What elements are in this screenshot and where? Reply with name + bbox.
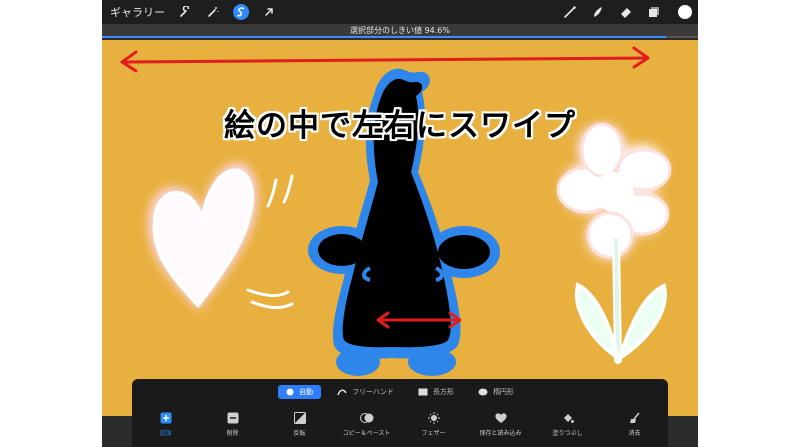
gallery-button[interactable]: ギャラリー bbox=[110, 4, 165, 20]
threshold-label: 選択部分のしきい値 94.6% bbox=[350, 26, 450, 35]
ellipse-icon bbox=[478, 388, 488, 396]
selection-actions: 追加 削除 反転 コピー＆ペースト フェザー 保存と読み込み 塗りつぶし 消去 bbox=[132, 412, 668, 437]
remove-label: 削除 bbox=[226, 430, 239, 437]
selection-threshold-bar[interactable]: 選択部分のしきい値 94.6% bbox=[102, 24, 698, 38]
top-toolbar: ギャラリー bbox=[102, 0, 698, 24]
mode-label: 自動 bbox=[299, 388, 314, 396]
fill-icon bbox=[562, 412, 574, 424]
selection-panel: 自動 フリーハンド 長方形 楕円形 追加 削除 反転 コピー＆ペースト フェザー… bbox=[132, 379, 668, 447]
selection-icon[interactable] bbox=[233, 4, 249, 20]
invert-button[interactable]: 反転 bbox=[270, 412, 330, 437]
copy-paste-button[interactable]: コピー＆ペースト bbox=[337, 412, 397, 437]
magic-wand-icon[interactable] bbox=[205, 4, 221, 20]
right-toolbar bbox=[556, 0, 692, 24]
remove-icon bbox=[227, 412, 239, 424]
copy-paste-label: コピー＆ペースト bbox=[342, 430, 391, 437]
fill-label: 塗りつぶし bbox=[552, 430, 583, 437]
threshold-track bbox=[102, 36, 698, 38]
heart-icon bbox=[494, 412, 507, 424]
selection-mode-bar: 自動 フリーハンド 長方形 楕円形 bbox=[132, 385, 668, 399]
clear-button[interactable]: 消去 bbox=[605, 412, 665, 437]
freehand-icon bbox=[337, 388, 347, 396]
feather-icon bbox=[427, 412, 440, 424]
procreate-app: ギャラリー 選択部分のしきい値 94.6% 絵の中で左右にスワイプ 自動 フリー… bbox=[102, 0, 698, 447]
mode-freehand[interactable]: フリーハンド bbox=[329, 385, 402, 399]
heart-drawing bbox=[148, 163, 294, 310]
mode-automatic[interactable]: 自動 bbox=[278, 385, 322, 399]
add-button[interactable]: 追加 bbox=[136, 412, 196, 437]
rectangle-icon bbox=[418, 388, 428, 396]
drawing-canvas[interactable]: 絵の中で左右にスワイプ bbox=[102, 40, 698, 416]
remove-button[interactable]: 削除 bbox=[203, 412, 263, 437]
threshold-fill bbox=[102, 36, 666, 38]
fill-button[interactable]: 塗りつぶし bbox=[538, 412, 598, 437]
mode-ellipse[interactable]: 楕円形 bbox=[470, 385, 522, 399]
clear-label: 消去 bbox=[628, 430, 641, 437]
add-icon bbox=[160, 412, 172, 424]
smudge-icon[interactable] bbox=[590, 4, 606, 20]
swipe-arrow-top bbox=[120, 46, 650, 73]
layers-icon[interactable] bbox=[646, 4, 662, 20]
invert-icon bbox=[293, 412, 306, 424]
mode-label: 楕円形 bbox=[492, 388, 514, 396]
copy-paste-icon bbox=[359, 412, 374, 424]
flower-drawing bbox=[556, 122, 672, 364]
instruction-caption: 絵の中で左右にスワイプ bbox=[224, 108, 576, 144]
invert-label: 反転 bbox=[293, 430, 306, 437]
dot-icon bbox=[286, 388, 294, 396]
mode-label: フリーハンド bbox=[352, 388, 394, 396]
brush-icon[interactable] bbox=[562, 4, 578, 20]
mode-rectangle[interactable]: 長方形 bbox=[410, 385, 462, 399]
eraser-icon[interactable] bbox=[618, 4, 634, 20]
feather-button[interactable]: フェザー bbox=[404, 412, 464, 437]
save-load-button[interactable]: 保存と読み込み bbox=[471, 412, 531, 437]
wrench-icon[interactable] bbox=[177, 4, 193, 20]
feather-label: フェザー bbox=[421, 430, 446, 437]
current-color-swatch[interactable] bbox=[678, 5, 692, 19]
canvas-artwork bbox=[120, 46, 672, 376]
mode-label: 長方形 bbox=[432, 388, 454, 396]
add-label: 追加 bbox=[159, 430, 172, 437]
clear-icon bbox=[629, 412, 641, 424]
save-load-label: 保存と読み込み bbox=[479, 430, 522, 437]
transform-arrow-icon[interactable] bbox=[261, 4, 277, 20]
